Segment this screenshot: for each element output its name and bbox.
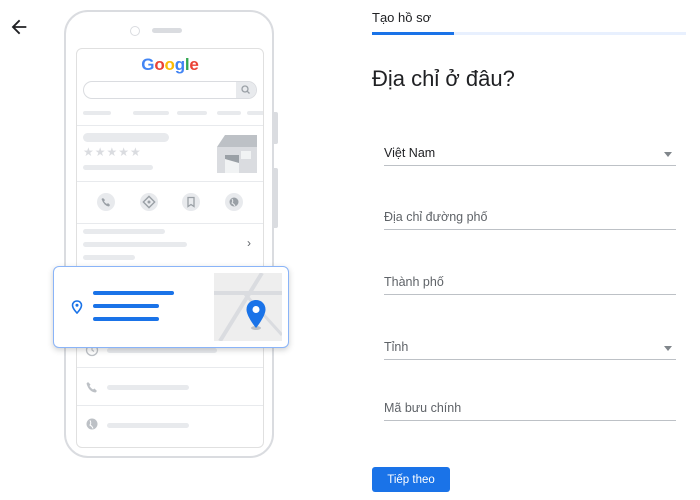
mock-line bbox=[107, 385, 189, 390]
phone-icon bbox=[97, 193, 115, 211]
province-select[interactable]: Tỉnh bbox=[384, 336, 676, 360]
phone-speaker bbox=[152, 28, 182, 33]
search-icon bbox=[241, 85, 250, 94]
phone-screen: Google ★★★★★ › bbox=[76, 48, 264, 448]
arrow-left-icon bbox=[11, 19, 27, 35]
postal-code-input[interactable]: Mã bưu chính bbox=[384, 397, 676, 421]
logo-letter: o bbox=[154, 55, 165, 74]
address-line bbox=[93, 304, 159, 308]
mock-search-bar bbox=[83, 81, 257, 99]
postal-code-placeholder: Mã bưu chính bbox=[384, 401, 462, 415]
city-input[interactable]: Thành phố bbox=[384, 271, 676, 295]
address-line bbox=[93, 291, 174, 295]
next-button[interactable]: Tiếp theo bbox=[372, 467, 450, 492]
progress-bar bbox=[372, 32, 686, 35]
back-button[interactable] bbox=[8, 16, 30, 38]
address-card bbox=[53, 266, 289, 348]
phone-icon bbox=[85, 380, 99, 399]
mock-divider bbox=[77, 367, 263, 368]
mock-divider bbox=[77, 125, 263, 126]
mock-tab bbox=[247, 111, 263, 115]
logo-letter: e bbox=[189, 55, 199, 74]
mock-divider bbox=[77, 181, 263, 182]
mock-tab bbox=[217, 111, 241, 115]
mock-search-button bbox=[236, 82, 256, 98]
logo-letter: g bbox=[174, 55, 185, 74]
map-pin-icon bbox=[246, 300, 266, 330]
mock-tab bbox=[83, 111, 111, 115]
city-placeholder: Thành phố bbox=[384, 275, 444, 289]
province-placeholder: Tỉnh bbox=[384, 340, 409, 354]
google-logo: Google bbox=[77, 55, 263, 75]
dropdown-arrow-icon bbox=[664, 152, 672, 157]
progress-fill bbox=[372, 32, 454, 35]
mock-line bbox=[83, 229, 165, 234]
dropdown-arrow-icon bbox=[664, 346, 672, 351]
mock-divider bbox=[77, 223, 263, 224]
mock-line bbox=[83, 242, 187, 247]
mock-line bbox=[83, 255, 135, 260]
mock-stars: ★★★★★ bbox=[83, 145, 142, 159]
storefront-icon bbox=[215, 133, 257, 173]
mock-business-name bbox=[83, 133, 169, 142]
mock-tab bbox=[177, 111, 207, 115]
street-address-input[interactable]: Địa chỉ đường phố bbox=[384, 206, 676, 230]
location-pin-icon bbox=[71, 300, 83, 319]
mock-line bbox=[107, 348, 217, 353]
map-thumbnail bbox=[214, 271, 284, 343]
logo-letter: G bbox=[141, 55, 155, 74]
mock-line bbox=[107, 423, 189, 428]
page-title: Địa chỉ ở đâu? bbox=[372, 66, 515, 91]
phone-side-button bbox=[274, 112, 278, 144]
chevron-right-icon: › bbox=[247, 236, 251, 250]
address-line bbox=[93, 317, 159, 321]
mock-tab bbox=[133, 111, 169, 115]
mock-line bbox=[83, 165, 153, 170]
country-select[interactable]: Việt Nam bbox=[384, 142, 676, 166]
phone-camera bbox=[130, 26, 140, 36]
phone-side-button bbox=[274, 168, 278, 228]
bookmark-icon bbox=[182, 193, 200, 211]
logo-letter: o bbox=[164, 55, 175, 74]
globe-icon bbox=[85, 417, 99, 436]
directions-icon bbox=[140, 193, 158, 211]
street-address-placeholder: Địa chỉ đường phố bbox=[384, 210, 488, 224]
country-value: Việt Nam bbox=[384, 146, 436, 160]
globe-icon bbox=[225, 193, 243, 211]
tab-label: Tạo hồ sơ bbox=[372, 10, 432, 25]
mock-divider bbox=[77, 405, 263, 406]
